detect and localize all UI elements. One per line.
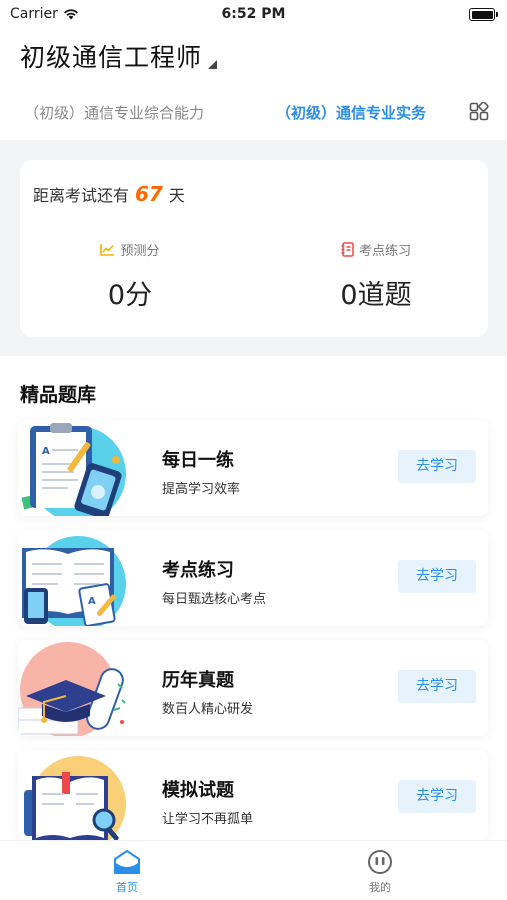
course-item-keypoints[interactable]: A 考点练习 每日甄选核心考点 去学习 xyxy=(18,530,488,626)
exam-countdown: 距离考试还有 67 天 xyxy=(33,182,185,206)
course-name: 每日一练 xyxy=(162,450,234,471)
countdown-suffix: 天 xyxy=(168,186,185,205)
go-study-button[interactable]: 去学习 xyxy=(398,670,476,703)
course-name: 模拟试题 xyxy=(162,780,234,801)
go-study-button[interactable]: 去学习 xyxy=(398,450,476,483)
exam-summary-card: 距离考试还有 67 天 预测分 0分 考点练习 0道题 xyxy=(20,160,488,337)
tab-home-label: 首页 xyxy=(116,881,138,894)
clipboard-phone-illustration: A xyxy=(18,420,128,516)
predicted-score-label: 预测分 xyxy=(120,244,160,259)
svg-text:A: A xyxy=(88,596,96,607)
section-title: 精品题库 xyxy=(20,384,97,406)
course-desc: 让学习不再孤单 xyxy=(162,812,254,827)
book-magnifier-illustration xyxy=(18,750,128,840)
tab-mine[interactable]: 我的 xyxy=(340,849,420,895)
open-book-illustration: A xyxy=(18,530,128,626)
practice-count-value: 0道题 xyxy=(340,280,412,311)
tab-practice[interactable]: （初级）通信专业实务 xyxy=(276,102,426,123)
page-title: 初级通信工程师 xyxy=(20,43,203,72)
practice-count-label: 考点练习 xyxy=(358,244,411,259)
predicted-score-value: 0分 xyxy=(107,280,153,311)
smile-face-icon xyxy=(368,850,392,874)
go-study-button[interactable]: 去学习 xyxy=(398,560,476,593)
battery-icon xyxy=(469,8,498,21)
trend-chart-icon xyxy=(100,244,115,256)
subject-tabs: （初级）通信专业综合能力 （初级）通信专业实务 xyxy=(0,96,507,130)
course-item-mock-exam[interactable]: 模拟试题 让学习不再孤单 去学习 xyxy=(18,750,488,840)
countdown-prefix: 距离考试还有 xyxy=(33,186,130,205)
status-time: 6:52 PM xyxy=(221,6,286,22)
course-desc: 每日甄选核心考点 xyxy=(162,592,267,607)
course-item-past-papers[interactable]: 历年真题 数百人精心研发 去学习 xyxy=(18,640,488,736)
svg-text:A: A xyxy=(42,446,50,457)
dropdown-caret-icon xyxy=(208,60,218,69)
go-study-button[interactable]: 去学习 xyxy=(398,780,476,813)
course-desc: 提高学习效率 xyxy=(162,482,241,497)
course-name: 考点练习 xyxy=(162,560,234,581)
predicted-score-stat[interactable]: 预测分 0分 xyxy=(20,240,240,312)
countdown-days: 67 xyxy=(135,182,163,206)
graduation-cap-illustration xyxy=(18,640,128,736)
notebook-icon xyxy=(341,242,354,257)
grid-apps-icon[interactable] xyxy=(469,102,489,122)
practice-count-stat[interactable]: 考点练习 0道题 xyxy=(266,240,486,312)
status-bar: Carrier 6:52 PM xyxy=(0,0,507,28)
tab-mine-label: 我的 xyxy=(369,881,391,894)
course-item-daily[interactable]: A 每日一练 提高学习效率 去学习 xyxy=(18,420,488,516)
course-desc: 数百人精心研发 xyxy=(162,702,254,717)
tab-comprehensive[interactable]: （初级）通信专业综合能力 xyxy=(24,102,204,123)
bottom-tab-bar: 首页 我的 xyxy=(0,840,507,900)
tab-home[interactable]: 首页 xyxy=(87,849,167,895)
exam-selector[interactable]: 初级通信工程师 xyxy=(20,38,218,74)
course-name: 历年真题 xyxy=(162,670,234,691)
home-icon xyxy=(114,850,140,874)
